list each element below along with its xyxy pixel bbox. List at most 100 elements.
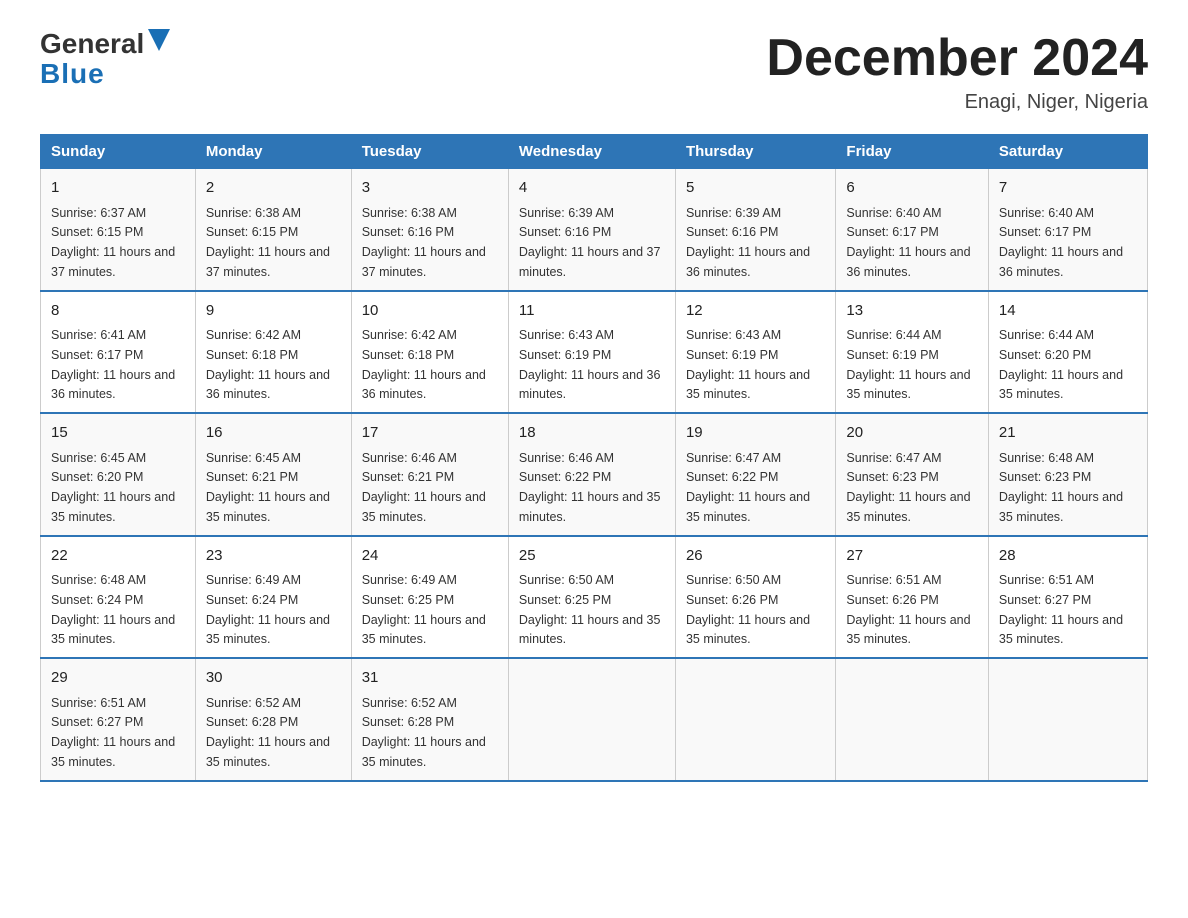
- calendar-cell: 29 Sunrise: 6:51 AMSunset: 6:27 PMDayligh…: [41, 658, 196, 781]
- day-info: Sunrise: 6:38 AMSunset: 6:16 PMDaylight:…: [362, 206, 486, 279]
- day-info: Sunrise: 6:42 AMSunset: 6:18 PMDaylight:…: [206, 328, 330, 401]
- day-info: Sunrise: 6:42 AMSunset: 6:18 PMDaylight:…: [362, 328, 486, 401]
- calendar-cell: [836, 658, 988, 781]
- day-info: Sunrise: 6:49 AMSunset: 6:24 PMDaylight:…: [206, 573, 330, 646]
- day-info: Sunrise: 6:52 AMSunset: 6:28 PMDaylight:…: [362, 696, 486, 769]
- day-info: Sunrise: 6:44 AMSunset: 6:20 PMDaylight:…: [999, 328, 1123, 401]
- calendar-week-3: 15Sunrise: 6:45 AMSunset: 6:20 PMDayligh…: [41, 413, 1148, 536]
- calendar-week-2: 8 Sunrise: 6:41 AMSunset: 6:17 PMDaylight…: [41, 291, 1148, 414]
- calendar-cell: 5 Sunrise: 6:39 AMSunset: 6:16 PMDaylight…: [675, 169, 835, 291]
- calendar-cell: 6 Sunrise: 6:40 AMSunset: 6:17 PMDaylight…: [836, 169, 988, 291]
- calendar-cell: 17Sunrise: 6:46 AMSunset: 6:21 PMDayligh…: [351, 413, 508, 536]
- day-number: 29: [51, 667, 185, 690]
- day-number: 4: [519, 177, 665, 200]
- day-number: 25: [519, 545, 665, 568]
- header-thursday: Thursday: [675, 135, 835, 169]
- header-monday: Monday: [195, 135, 351, 169]
- day-info: Sunrise: 6:41 AMSunset: 6:17 PMDaylight:…: [51, 328, 175, 401]
- page-header: General Blue December 2024 Enagi, Niger,…: [40, 30, 1148, 114]
- calendar-cell: 12 Sunrise: 6:43 AMSunset: 6:19 PMDayligh…: [675, 291, 835, 414]
- header-friday: Friday: [836, 135, 988, 169]
- calendar-cell: 30 Sunrise: 6:52 AMSunset: 6:28 PMDayligh…: [195, 658, 351, 781]
- header-sunday: Sunday: [41, 135, 196, 169]
- calendar-cell: 15Sunrise: 6:45 AMSunset: 6:20 PMDayligh…: [41, 413, 196, 536]
- location-text: Enagi, Niger, Nigeria: [766, 91, 1148, 114]
- day-info: Sunrise: 6:51 AMSunset: 6:27 PMDaylight:…: [51, 696, 175, 769]
- day-info: Sunrise: 6:45 AMSunset: 6:21 PMDaylight:…: [206, 451, 330, 524]
- day-number: 28: [999, 545, 1137, 568]
- day-info: Sunrise: 6:47 AMSunset: 6:22 PMDaylight:…: [686, 451, 810, 524]
- day-info: Sunrise: 6:40 AMSunset: 6:17 PMDaylight:…: [999, 206, 1123, 279]
- day-number: 18: [519, 422, 665, 445]
- day-number: 12: [686, 300, 825, 323]
- calendar-week-1: 1 Sunrise: 6:37 AMSunset: 6:15 PMDaylight…: [41, 169, 1148, 291]
- day-info: Sunrise: 6:47 AMSunset: 6:23 PMDaylight:…: [846, 451, 970, 524]
- day-info: Sunrise: 6:38 AMSunset: 6:15 PMDaylight:…: [206, 206, 330, 279]
- day-number: 11: [519, 300, 665, 323]
- month-title: December 2024: [766, 30, 1148, 87]
- day-number: 17: [362, 422, 498, 445]
- day-info: Sunrise: 6:40 AMSunset: 6:17 PMDaylight:…: [846, 206, 970, 279]
- day-number: 24: [362, 545, 498, 568]
- day-number: 14: [999, 300, 1137, 323]
- calendar-cell: 26Sunrise: 6:50 AMSunset: 6:26 PMDayligh…: [675, 536, 835, 659]
- calendar-cell: 8 Sunrise: 6:41 AMSunset: 6:17 PMDaylight…: [41, 291, 196, 414]
- day-info: Sunrise: 6:49 AMSunset: 6:25 PMDaylight:…: [362, 573, 486, 646]
- day-info: Sunrise: 6:51 AMSunset: 6:27 PMDaylight:…: [999, 573, 1123, 646]
- day-number: 23: [206, 545, 341, 568]
- calendar-cell: 18 Sunrise: 6:46 AMSunset: 6:22 PMDayligh…: [508, 413, 675, 536]
- day-info: Sunrise: 6:43 AMSunset: 6:19 PMDaylight:…: [519, 328, 661, 401]
- day-number: 19: [686, 422, 825, 445]
- day-number: 30: [206, 667, 341, 690]
- calendar-cell: 24 Sunrise: 6:49 AMSunset: 6:25 PMDayligh…: [351, 536, 508, 659]
- calendar-cell: 20 Sunrise: 6:47 AMSunset: 6:23 PMDayligh…: [836, 413, 988, 536]
- day-info: Sunrise: 6:46 AMSunset: 6:22 PMDaylight:…: [519, 451, 661, 524]
- header-wednesday: Wednesday: [508, 135, 675, 169]
- calendar-week-5: 29 Sunrise: 6:51 AMSunset: 6:27 PMDayligh…: [41, 658, 1148, 781]
- calendar-cell: 1 Sunrise: 6:37 AMSunset: 6:15 PMDaylight…: [41, 169, 196, 291]
- calendar-cell: 25 Sunrise: 6:50 AMSunset: 6:25 PMDayligh…: [508, 536, 675, 659]
- day-info: Sunrise: 6:43 AMSunset: 6:19 PMDaylight:…: [686, 328, 810, 401]
- day-number: 6: [846, 177, 977, 200]
- calendar-cell: 23 Sunrise: 6:49 AMSunset: 6:24 PMDayligh…: [195, 536, 351, 659]
- day-info: Sunrise: 6:51 AMSunset: 6:26 PMDaylight:…: [846, 573, 970, 646]
- day-info: Sunrise: 6:50 AMSunset: 6:25 PMDaylight:…: [519, 573, 661, 646]
- logo-text-blue: Blue: [40, 58, 105, 90]
- header-saturday: Saturday: [988, 135, 1147, 169]
- day-number: 9: [206, 300, 341, 323]
- day-info: Sunrise: 6:37 AMSunset: 6:15 PMDaylight:…: [51, 206, 175, 279]
- logo: General Blue: [40, 30, 170, 90]
- calendar-cell: 9 Sunrise: 6:42 AMSunset: 6:18 PMDaylight…: [195, 291, 351, 414]
- calendar-cell: 4 Sunrise: 6:39 AMSunset: 6:16 PMDaylight…: [508, 169, 675, 291]
- calendar-cell: 13Sunrise: 6:44 AMSunset: 6:19 PMDayligh…: [836, 291, 988, 414]
- calendar-cell: 28 Sunrise: 6:51 AMSunset: 6:27 PMDayligh…: [988, 536, 1147, 659]
- day-number: 22: [51, 545, 185, 568]
- header-tuesday: Tuesday: [351, 135, 508, 169]
- calendar-cell: 22Sunrise: 6:48 AMSunset: 6:24 PMDayligh…: [41, 536, 196, 659]
- day-number: 8: [51, 300, 185, 323]
- day-info: Sunrise: 6:52 AMSunset: 6:28 PMDaylight:…: [206, 696, 330, 769]
- day-number: 5: [686, 177, 825, 200]
- calendar-cell: 16 Sunrise: 6:45 AMSunset: 6:21 PMDayligh…: [195, 413, 351, 536]
- title-area: December 2024 Enagi, Niger, Nigeria: [766, 30, 1148, 114]
- day-number: 20: [846, 422, 977, 445]
- calendar-cell: 7 Sunrise: 6:40 AMSunset: 6:17 PMDaylight…: [988, 169, 1147, 291]
- calendar-cell: 3 Sunrise: 6:38 AMSunset: 6:16 PMDaylight…: [351, 169, 508, 291]
- calendar-cell: 31Sunrise: 6:52 AMSunset: 6:28 PMDayligh…: [351, 658, 508, 781]
- calendar-cell: [675, 658, 835, 781]
- day-info: Sunrise: 6:39 AMSunset: 6:16 PMDaylight:…: [686, 206, 810, 279]
- calendar-cell: 14 Sunrise: 6:44 AMSunset: 6:20 PMDayligh…: [988, 291, 1147, 414]
- day-number: 2: [206, 177, 341, 200]
- day-number: 13: [846, 300, 977, 323]
- day-number: 16: [206, 422, 341, 445]
- day-info: Sunrise: 6:39 AMSunset: 6:16 PMDaylight:…: [519, 206, 661, 279]
- calendar-cell: 21Sunrise: 6:48 AMSunset: 6:23 PMDayligh…: [988, 413, 1147, 536]
- day-number: 10: [362, 300, 498, 323]
- day-number: 7: [999, 177, 1137, 200]
- calendar-week-4: 22Sunrise: 6:48 AMSunset: 6:24 PMDayligh…: [41, 536, 1148, 659]
- day-number: 3: [362, 177, 498, 200]
- day-number: 1: [51, 177, 185, 200]
- calendar-cell: 11 Sunrise: 6:43 AMSunset: 6:19 PMDayligh…: [508, 291, 675, 414]
- day-number: 26: [686, 545, 825, 568]
- day-number: 27: [846, 545, 977, 568]
